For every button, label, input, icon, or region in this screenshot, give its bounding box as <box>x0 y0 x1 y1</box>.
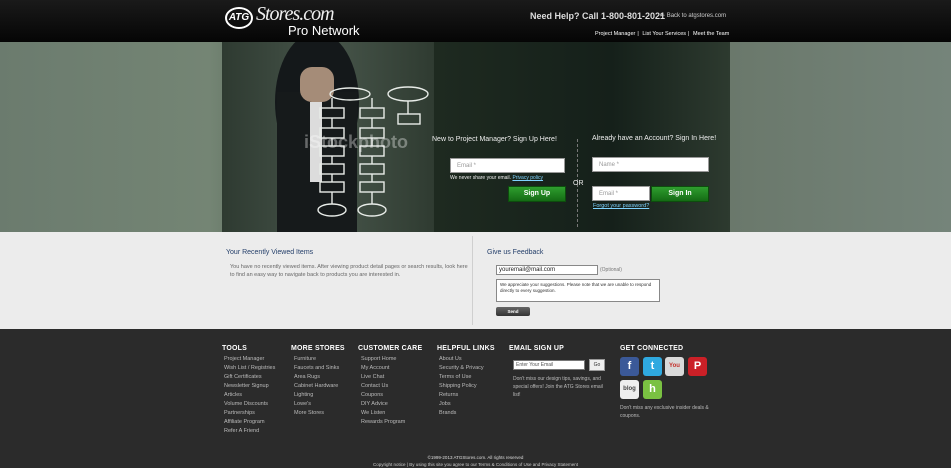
site-header <box>0 0 951 42</box>
houzz-icon[interactable]: h <box>643 380 662 399</box>
nav-project-manager[interactable]: Project Manager <box>595 31 635 37</box>
nav-list-services[interactable]: List Your Services <box>642 31 686 37</box>
email-signup-title: EMAIL SIGN UP <box>509 345 564 352</box>
footer-link[interactable]: Coupons <box>361 391 405 400</box>
top-nav: Project Manager | List Your Services | Mee… <box>595 31 730 37</box>
privacy-policy-link[interactable]: Privacy policy <box>512 175 543 181</box>
footer-link[interactable]: Faucets and Sinks <box>294 364 339 373</box>
customer-care-list: Support Home My Account Live Chat Contac… <box>361 355 405 427</box>
youtube-icon[interactable]: You <box>665 357 684 376</box>
nav-meet-team[interactable]: Meet the Team <box>693 31 729 37</box>
signin-email-input[interactable]: Email * <box>592 186 650 201</box>
facebook-icon[interactable]: f <box>620 357 639 376</box>
feedback-title: Give us Feedback <box>487 249 544 256</box>
footer-link[interactable]: Brands <box>439 409 484 418</box>
terms-text[interactable]: Copyright notice | By using this site yo… <box>0 462 951 467</box>
copyright-text: ©1999-2013 ATGStores.com. All rights res… <box>427 455 524 460</box>
signup-email-input[interactable]: Email * <box>450 158 565 173</box>
footer-link[interactable]: Refer A Friend <box>224 427 275 436</box>
sign-in-button[interactable]: Sign In <box>651 186 709 202</box>
helpful-links-list: About Us Security & Privacy Terms of Use… <box>439 355 484 418</box>
footer-link[interactable]: Newsletter Signup <box>224 382 275 391</box>
back-link-label: Back to atgstores.com <box>666 13 727 19</box>
signin-title: Already have an Account? Sign In Here! <box>592 135 717 142</box>
recent-items-text: You have no recently viewed items. After… <box>230 264 468 278</box>
forgot-password-link[interactable]: Forgot your password? <box>593 203 649 209</box>
footer-link[interactable]: We Listen <box>361 409 405 418</box>
help-phone: Need Help? Call 1-800-801-2021 <box>530 11 666 21</box>
footer-link[interactable]: Shipping Policy <box>439 382 484 391</box>
footer-link[interactable]: Security & Privacy <box>439 364 484 373</box>
footer-link[interactable]: DIY Advice <box>361 400 405 409</box>
privacy-note-text: We never share your email. <box>450 175 512 181</box>
tools-title: TOOLS <box>222 345 247 352</box>
footer-link[interactable]: Affiliate Program <box>224 418 275 427</box>
hero-right-background <box>730 42 951 232</box>
footer-link[interactable]: About Us <box>439 355 484 364</box>
sign-up-button[interactable]: Sign Up <box>508 186 566 202</box>
blog-icon[interactable]: blog <box>620 380 639 399</box>
back-icon: ⇤ <box>660 13 667 19</box>
footer-link[interactable]: Furniture <box>294 355 339 364</box>
feedback-send-button[interactable]: Send <box>496 307 530 316</box>
newsletter-go-button[interactable]: Go <box>589 359 605 371</box>
back-to-site-link[interactable]: ⇤ Back to atgstores.com <box>660 12 726 19</box>
footer-link[interactable]: Returns <box>439 391 484 400</box>
footer-link[interactable]: Project Manager <box>224 355 275 364</box>
footer-link[interactable]: Jobs <box>439 400 484 409</box>
privacy-note: We never share your email. Privacy polic… <box>450 175 543 181</box>
footer-link[interactable]: Cabinet Hardware <box>294 382 339 391</box>
logo-pro-network: Pro Network <box>288 23 360 38</box>
more-stores-list: Furniture Faucets and Sinks Area Rugs Ca… <box>294 355 339 418</box>
footer-link[interactable]: Articles <box>224 391 275 400</box>
tools-list: Project Manager Wish List / Registries G… <box>224 355 275 436</box>
footer-link[interactable]: Live Chat <box>361 373 405 382</box>
optional-label: (Optional) <box>600 267 622 273</box>
footer-link[interactable]: My Account <box>361 364 405 373</box>
footer-link[interactable]: Terms of Use <box>439 373 484 382</box>
footer-link[interactable]: Lowe's <box>294 400 339 409</box>
footer-link[interactable]: Support Home <box>361 355 405 364</box>
helpful-links-title: HELPFUL LINKS <box>437 345 495 352</box>
pinterest-icon[interactable]: P <box>688 357 707 376</box>
atg-logo[interactable]: ATG <box>225 7 253 29</box>
footer-link[interactable]: Rewards Program <box>361 418 405 427</box>
footer-link[interactable]: Partnerships <box>224 409 275 418</box>
footer-link[interactable]: Area Rugs <box>294 373 339 382</box>
newsletter-email-input[interactable]: Enter Your Email <box>513 360 585 370</box>
feedback-email-input[interactable]: youremail@mail.com <box>496 265 598 275</box>
footer-link[interactable]: Wish List / Registries <box>224 364 275 373</box>
footer-link[interactable]: More Stores <box>294 409 339 418</box>
section-divider <box>472 236 473 325</box>
footer-link[interactable]: Volume Discounts <box>224 400 275 409</box>
recent-items-title: Your Recently Viewed Items <box>226 249 314 256</box>
footer-link[interactable]: Contact Us <box>361 382 405 391</box>
or-label: OR <box>573 180 584 187</box>
footer-link[interactable]: Gift Certificates <box>224 373 275 382</box>
signin-name-input[interactable]: Name * <box>592 157 709 172</box>
footer-link[interactable]: Lighting <box>294 391 339 400</box>
more-stores-title: MORE STORES <box>291 345 345 352</box>
connect-note: Don't miss any exclusive insider deals &… <box>620 405 709 419</box>
feedback-message-textarea[interactable]: We appreciate your suggestions. Please n… <box>496 279 660 302</box>
customer-care-title: CUSTOMER CARE <box>358 345 423 352</box>
signup-title: New to Project Manager? Sign Up Here! <box>432 136 557 143</box>
twitter-icon[interactable]: t <box>643 357 662 376</box>
get-connected-title: GET CONNECTED <box>620 345 684 352</box>
newsletter-note: Don't miss our design tips, savings, and… <box>513 376 603 398</box>
istock-watermark: iStockphoto <box>304 132 408 152</box>
info-section <box>0 232 951 329</box>
